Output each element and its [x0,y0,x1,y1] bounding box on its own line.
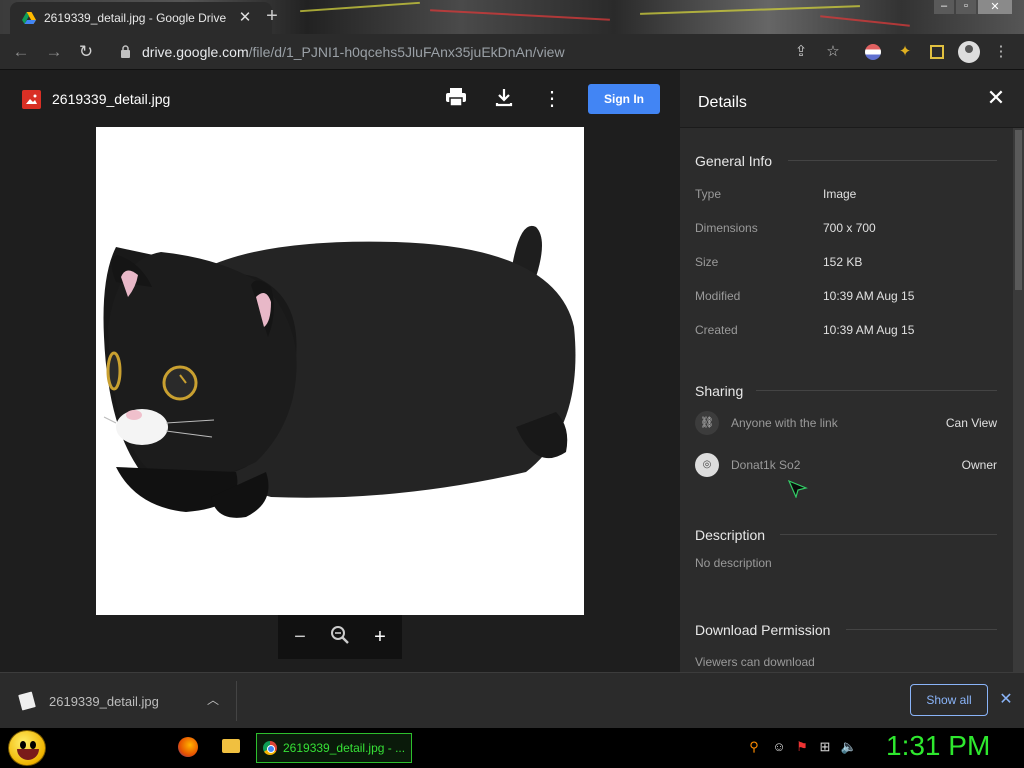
divider [846,629,997,630]
zoom-out-button[interactable]: − [288,625,312,649]
bookmark-star-icon[interactable]: ☆ [824,43,842,61]
info-value-type: Image [823,187,857,201]
share-entry-role: Can View [945,416,997,430]
status-smiley-icon[interactable]: ☺ [770,738,788,756]
download-bar: 2619339_detail.jpg ︿ Show all ✕ [0,672,1024,728]
lock-icon [121,45,130,58]
downloaded-file-icon [18,691,36,711]
chrome-icon [263,741,277,755]
taskbar: 2619339_detail.jpg - ... ⚲ ☺ ⚑ ⊞ 🔈 1:31 … [0,728,1024,768]
share-entry-role: Owner [961,458,997,472]
network-icon[interactable]: ⊞ [816,738,834,756]
print-icon[interactable] [444,87,468,111]
taskbar-item-label: 2619339_detail.jpg - ... [283,741,406,755]
divider [236,681,237,721]
tab-google-drive[interactable]: 2619339_detail.jpg - Google Drive ✕ [10,2,272,34]
info-label-modified: Modified [695,289,741,303]
browser-menu-icon[interactable]: ⋮ [992,43,1010,61]
divider [780,534,997,535]
new-tab-button[interactable]: + [262,4,282,28]
wallpaper-streak [430,9,610,21]
start-button-smiley-icon[interactable] [8,730,46,766]
search-icon[interactable]: ⚲ [745,738,763,756]
url-text: drive.google.com/file/d/1_PJNI1-h0qcehs5… [142,44,565,60]
vpn-extension-icon[interactable] [864,43,882,61]
side-panel-icon[interactable] [928,43,946,61]
tab-close-icon[interactable]: ✕ [236,9,254,27]
download-item-name[interactable]: 2619339_detail.jpg [49,694,159,709]
details-header: Details ✕ [680,70,1024,128]
flag-icon[interactable]: ⚑ [793,738,811,756]
reload-icon[interactable]: ↻ [74,40,98,64]
sign-in-button[interactable]: Sign In [588,84,660,114]
black-cat-plush-image [103,225,576,518]
info-value-size: 152 KB [823,255,863,269]
url-domain: drive.google.com [142,44,249,60]
volume-icon[interactable]: 🔈 [840,738,858,756]
general-info-heading: General Info [695,153,773,169]
browser-toolbar: ← → ↻ drive.google.com/file/d/1_PJNI1-h0… [0,34,1024,70]
address-bar[interactable]: drive.google.com/file/d/1_PJNI1-h0qcehs5… [108,38,980,66]
forward-arrow-icon[interactable]: → [42,40,66,64]
more-options-icon[interactable]: ⋮ [540,87,564,111]
zoom-reset-magnifier-icon[interactable] [328,625,352,649]
extensions-puzzle-icon[interactable]: ✦ [896,43,914,61]
wallpaper-streak [300,1,420,13]
download-permission-heading: Download Permission [695,622,831,638]
clock: 1:31 PM [886,730,991,761]
file-name: 2619339_detail.jpg [52,91,171,107]
minimize-icon[interactable]: – [934,0,954,14]
wallpaper-streak [820,15,910,27]
owner-avatar: ◎ [695,453,719,477]
maximize-icon[interactable]: ▫ [956,0,976,14]
browser-tab-strip: 2619339_detail.jpg - Google Drive ✕ + – … [0,0,1024,34]
share-entry-name: Donat1k So2 [731,458,801,472]
share-icon[interactable]: ⇪ [792,43,810,61]
file-viewer: 2619339_detail.jpg ⋮ Sign In − + [0,70,680,672]
info-value-created: 10:39 AM Aug 15 [823,323,915,337]
info-label-size: Size [695,255,719,269]
back-arrow-icon[interactable]: ← [9,40,33,64]
profile-avatar-icon[interactable] [958,41,980,63]
description-text: No description [695,556,772,570]
mouse-cursor-icon [788,480,808,498]
info-value-modified: 10:39 AM Aug 15 [823,289,915,303]
info-value-dimensions: 700 x 700 [823,221,876,235]
details-panel: Details ✕ General Info Type Image Dimens… [680,70,1024,672]
zoom-controls: − + [278,615,402,659]
share-entry-name: Anyone with the link [731,416,838,430]
divider [788,160,997,161]
zoom-in-button[interactable]: + [368,625,392,649]
link-share-icon: ⛓ [695,411,719,435]
tab-title: 2619339_detail.jpg - Google Drive [44,11,227,25]
details-title: Details [698,94,747,111]
close-download-bar-icon[interactable]: ✕ [996,690,1016,710]
description-heading: Description [695,527,766,543]
download-permission-text: Viewers can download [695,655,815,669]
divider [756,390,997,391]
details-scrollbar-thumb[interactable] [1015,130,1022,290]
chevron-up-icon[interactable]: ︿ [204,691,222,709]
taskbar-item-chrome[interactable]: 2619339_detail.jpg - ... [256,733,412,763]
download-icon[interactable] [492,87,516,111]
info-label-dimensions: Dimensions [695,221,758,235]
wallpaper-streak [640,5,860,15]
google-drive-icon [22,12,36,24]
firefox-icon[interactable] [178,737,198,757]
close-details-icon[interactable]: ✕ [984,86,1008,110]
folder-icon[interactable] [222,739,240,753]
info-label-created: Created [695,323,738,337]
window-close-icon[interactable]: ✕ [978,0,1012,14]
sharing-heading: Sharing [695,383,744,399]
info-label-type: Type [695,187,722,201]
show-all-button[interactable]: Show all [910,684,988,716]
image-preview [96,127,584,615]
url-path: /file/d/1_PJNI1-h0qcehs5JluFAnx35juEkDnA… [248,44,565,60]
viewer-header: 2619339_detail.jpg ⋮ Sign In [0,70,680,128]
image-file-icon [22,90,41,109]
